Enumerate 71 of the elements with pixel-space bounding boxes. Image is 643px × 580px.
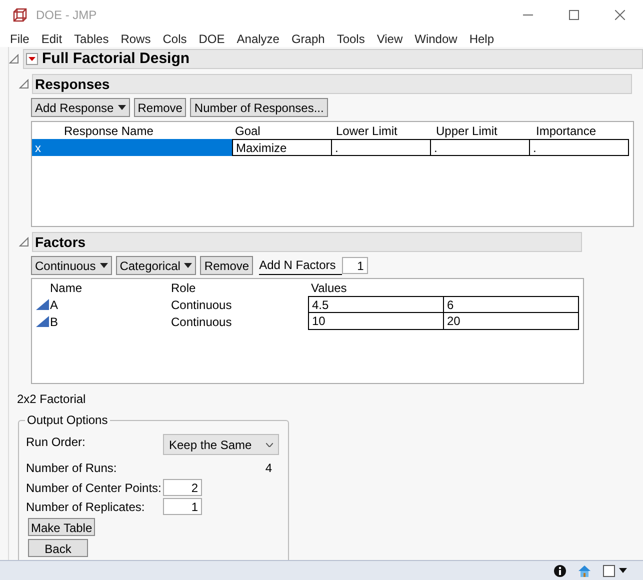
info-icon[interactable] (554, 564, 566, 576)
column-header: Role (170, 280, 197, 296)
caret-icon (118, 105, 126, 110)
continuous-factor-icon (36, 299, 49, 310)
button[interactable]: Remove (200, 256, 254, 275)
column-header: Upper Limit (435, 122, 498, 140)
section-header: Responses (32, 74, 632, 94)
run-count: 4 (265, 460, 272, 477)
menu-item[interactable]: Rows (114, 30, 157, 48)
factor-value-field[interactable]: 20 (443, 312, 579, 330)
menu-item[interactable]: Tables (68, 30, 115, 48)
column-header: Importance (535, 122, 598, 140)
collapse-triangle-icon[interactable] (19, 79, 29, 89)
factor-count-field[interactable]: 1 (342, 257, 368, 274)
home-icon[interactable] (578, 564, 591, 576)
menu-item[interactable]: Help (463, 30, 500, 48)
factor-value-field[interactable]: 4.5 (308, 296, 444, 313)
factor-name: B (50, 314, 58, 330)
menu-item[interactable]: Window (408, 30, 464, 48)
column-header: Values (310, 280, 348, 296)
caret-icon (100, 263, 108, 268)
button[interactable]: Number of Responses... (190, 98, 328, 117)
menu-item[interactable]: Tools (330, 30, 371, 48)
column-header: Response Name (63, 122, 154, 140)
dropdown-button[interactable]: Categorical (116, 256, 196, 275)
table-cell: Maximize (232, 139, 332, 156)
menu-item[interactable]: Edit (35, 30, 68, 48)
run-order-dropdown[interactable]: Keep the Same (163, 434, 279, 455)
dropdown-button[interactable]: Continuous (31, 256, 112, 275)
factor-role: Continuous (170, 296, 233, 313)
design-label: 2x2 Factorial (17, 391, 86, 408)
add-n-factors-label: Add N Factors (259, 256, 342, 275)
menu-item[interactable]: Analyze (230, 30, 286, 48)
section-header: Factors (32, 232, 582, 252)
color-swatch-dropdown-icon[interactable] (603, 564, 627, 576)
dropdown-button[interactable]: Add Response (31, 98, 130, 117)
factor-role: Continuous (170, 314, 233, 330)
field-label: Number of Center Points: (26, 480, 162, 496)
group-title: Output Options (25, 413, 110, 427)
button[interactable]: Back (28, 539, 88, 557)
column-header: Goal (234, 122, 262, 140)
factor-name: A (50, 296, 58, 314)
factor-value-field[interactable]: 10 (308, 312, 444, 330)
menu-item[interactable]: File (4, 30, 36, 48)
field-label: Run Order: (26, 434, 86, 451)
menu-item[interactable]: Cols (156, 30, 193, 48)
chevron-icon (266, 442, 273, 446)
column-header: Lower Limit (335, 122, 398, 140)
table-cell: . (430, 139, 530, 156)
field-label: Number of Replicates: (26, 498, 146, 516)
popup-menu-icon[interactable] (26, 53, 38, 65)
response-name-cell[interactable]: x (32, 139, 233, 156)
report-title: Full Factorial Design (42, 48, 190, 69)
collapse-triangle-icon[interactable] (9, 54, 19, 64)
table-cell: . (331, 139, 431, 156)
menu-item[interactable]: View (370, 30, 409, 48)
button[interactable]: Remove (134, 98, 186, 117)
caret-icon (184, 263, 192, 268)
column-header: Name (49, 280, 84, 296)
cube-icon (12, 7, 28, 23)
replicates-field[interactable]: 1 (163, 498, 202, 515)
window-title: DOE - JMP (36, 7, 97, 24)
button[interactable]: Make Table (28, 518, 96, 536)
factor-value-field[interactable]: 6 (443, 296, 579, 313)
collapse-triangle-icon[interactable] (19, 237, 29, 247)
continuous-factor-icon (36, 316, 49, 327)
menu-item[interactable]: DOE (192, 30, 231, 48)
table-cell: . (529, 139, 629, 156)
center-points-field[interactable]: 2 (163, 479, 202, 496)
menu-item[interactable]: Graph (285, 30, 331, 48)
field-label: Number of Runs: (26, 460, 117, 477)
